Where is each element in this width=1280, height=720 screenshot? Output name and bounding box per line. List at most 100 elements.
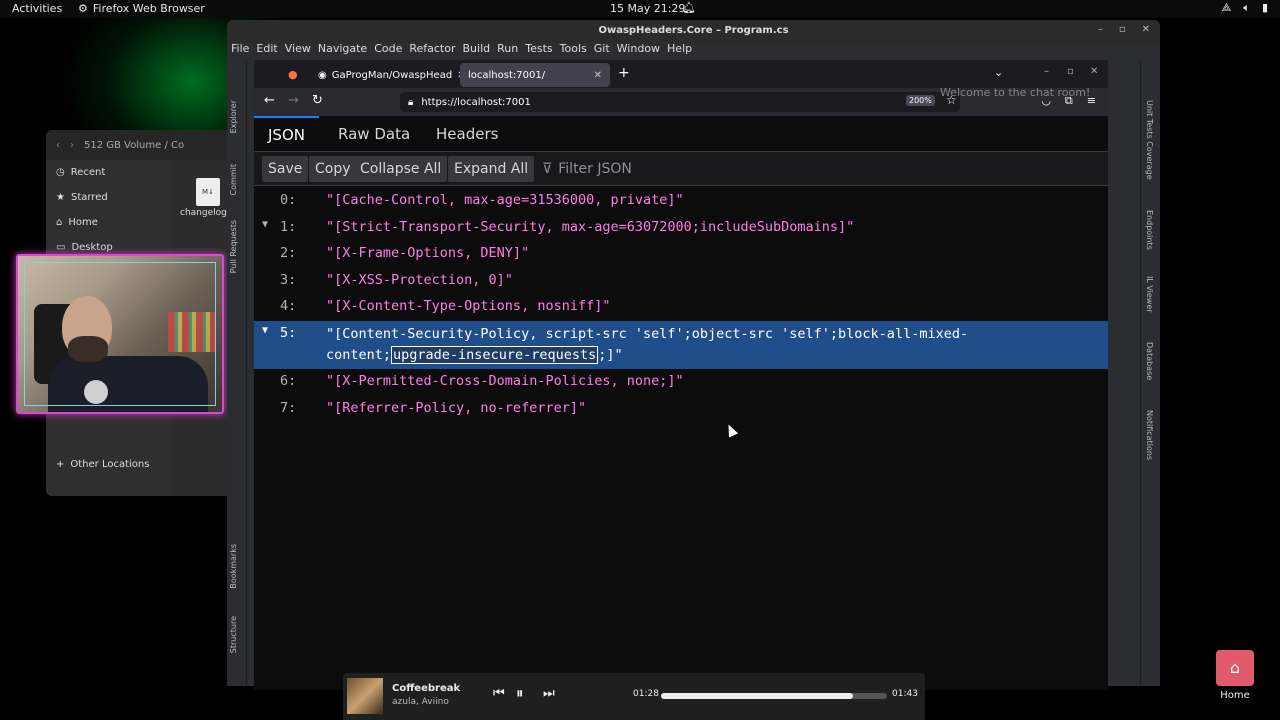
json-row[interactable]: ▼ 1: "[Strict-Transport-Security, max-ag… [254,215,1108,242]
activities-button[interactable]: Activities [12,2,62,15]
menu-edit[interactable]: Edit [256,42,277,59]
tool-tab-explorer[interactable]: Explorer [229,100,238,133]
reload-icon[interactable]: ↻ [312,93,323,108]
path-separator: / [164,139,168,151]
tab-headers[interactable]: Headers [422,116,512,152]
tab-raw-data[interactable]: Raw Data [324,116,424,152]
sidebar-item-home[interactable]: ⌂ Home [46,210,172,235]
maximize-icon[interactable]: ▫ [1119,24,1126,35]
tool-tab-unit-tests-coverage[interactable]: Unit Tests Coverage [1145,100,1154,180]
tool-tab-commit[interactable]: Commit [229,164,238,195]
minimize-icon[interactable]: – [1098,24,1103,35]
menu-window[interactable]: Window [617,42,660,59]
json-row[interactable]: 7: "[Referrer-Policy, no-referrer]" [254,396,1108,423]
album-art [347,678,383,714]
expand-all-button[interactable]: Expand All [448,156,535,182]
minimize-icon[interactable]: – [1044,66,1049,77]
track-title: Coffeebreak [392,683,461,694]
track-artist: azula, Aviino [392,697,449,707]
ide-left-tool-strip: Explorer Commit Pull Requests Bookmarks … [227,60,247,686]
json-value-line2-post: ;]" [598,346,623,363]
desktop: Activities ⚙ Firefox Web Browser 15 May … [0,0,1280,720]
elapsed-time: 01:28 [633,689,659,699]
list-tabs-icon[interactable]: ⌄ [994,66,1003,79]
save-button[interactable]: Save [262,156,309,182]
menu-build[interactable]: Build [463,42,491,59]
home-folder-label[interactable]: Home [1210,690,1260,701]
json-row[interactable]: 2: "[X-Frame-Options, DENY]" [254,241,1108,268]
file-manager-header: ‹ › 512 GB Volume / Co [46,130,236,160]
json-key: 3: [280,271,297,288]
next-track-icon[interactable]: ⏭︎ [543,686,555,701]
json-row[interactable]: 4: "[X-Content-Type-Options, nosniff]" [254,294,1108,321]
tool-tab-database[interactable]: Database [1145,342,1154,380]
home-folder-icon[interactable]: ⌂ [1216,650,1254,686]
tab-close-icon[interactable]: ✕ [594,70,602,81]
menu-tests[interactable]: Tests [525,42,552,59]
expand-triangle-icon[interactable]: ▼ [262,219,268,230]
forward-icon[interactable]: › [70,140,74,151]
url-bar[interactable]: 🔒︎ https://localhost:7001 [400,92,960,112]
pause-icon[interactable]: ⏸︎ [516,684,524,702]
menu-git[interactable]: Git [594,42,610,59]
json-value: "[X-XSS-Protection, 0]" [326,271,513,288]
app-name: Firefox Web Browser [92,2,205,15]
zoom-badge[interactable]: 200% [906,95,935,106]
path-bar[interactable]: 512 GB Volume / Co [84,140,184,151]
close-icon[interactable]: ✕ [1090,66,1098,77]
menu-tools[interactable]: Tools [560,42,587,59]
sidebar-item-recent[interactable]: ◷ Recent [46,160,172,185]
sidebar-item-starred[interactable]: ★ Starred [46,185,172,210]
json-row[interactable]: 0: "[Cache-Control, max-age=31536000, pr… [254,188,1108,215]
path-next: Co [171,139,185,151]
sidebar-item-other-locations[interactable]: + Other Locations [46,452,149,477]
menu-run[interactable]: Run [497,42,518,59]
forward-icon[interactable]: → [288,93,299,108]
progress-slider[interactable] [661,693,887,699]
json-key: 0: [280,192,297,208]
filter-placeholder: Filter JSON [558,161,632,177]
menu-navigate[interactable]: Navigate [318,42,367,59]
menu-code[interactable]: Code [374,42,402,59]
back-icon[interactable]: ← [264,93,275,108]
json-viewer-tabs: JSON Raw Data Headers [254,116,1108,152]
close-icon[interactable]: ✕ [1142,24,1150,35]
url-text: https://localhost:7001 [421,96,531,108]
back-icon[interactable]: ‹ [56,140,60,151]
tool-tab-pull-requests[interactable]: Pull Requests [229,220,238,273]
copy-button[interactable]: Copy [309,156,357,182]
maximize-icon[interactable]: ▫ [1067,66,1074,77]
firefox-icon: ⚙ [78,2,88,15]
filter-json-input[interactable]: ⊽ Filter JSON [542,156,632,182]
menu-file[interactable]: File [231,42,249,59]
browser-tab-github[interactable]: ◉ GaProgMan/OwaspHead ✕ [310,63,466,87]
ide-right-tool-strip: Unit Tests Coverage Endpoints IL Viewer … [1140,60,1160,686]
previous-track-icon[interactable]: ⏮︎ [493,686,505,701]
json-row[interactable]: 6: "[X-Permitted-Cross-Domain-Policies, … [254,369,1108,396]
json-value: "[Cache-Control, max-age=31536000, priva… [326,192,684,208]
clock-icon: ◷ [56,167,65,178]
tool-tab-il-viewer[interactable]: IL Viewer [1145,276,1154,313]
new-tab-icon[interactable]: + [618,65,630,81]
menu-refactor[interactable]: Refactor [409,42,455,59]
markdown-file-icon[interactable]: M↓ [196,178,220,206]
clock[interactable]: 15 May 21:29 [610,2,685,15]
collapse-all-button[interactable]: Collapse All [354,156,448,182]
tool-tab-notifications[interactable]: Notifications [1145,410,1154,460]
menu-view[interactable]: View [285,42,311,59]
json-row[interactable]: 3: "[X-XSS-Protection, 0]" [254,268,1108,295]
expand-triangle-icon[interactable]: ▼ [262,325,268,336]
json-row-selected[interactable]: ▼ 5: "[Content-Security-Policy, script-s… [254,320,1108,369]
tab-json[interactable]: JSON [254,116,319,152]
browser-tab-localhost[interactable]: localhost:7001/ ✕ [460,63,610,87]
tool-tab-bookmarks[interactable]: Bookmarks [229,544,238,589]
progress-fill [661,693,854,699]
lock-icon: 🔒︎ [408,96,414,108]
tool-tab-endpoints[interactable]: Endpoints [1145,210,1154,250]
system-tray[interactable]: ⟁ 🔈︎ ▮ [1222,1,1268,15]
sidebar-item-label: Desktop [71,242,113,253]
menu-help[interactable]: Help [667,42,692,59]
app-menu[interactable]: ⚙ Firefox Web Browser [78,2,205,15]
tool-tab-structure[interactable]: Structure [229,616,238,653]
firefox-view-icon[interactable]: ● [288,68,298,81]
